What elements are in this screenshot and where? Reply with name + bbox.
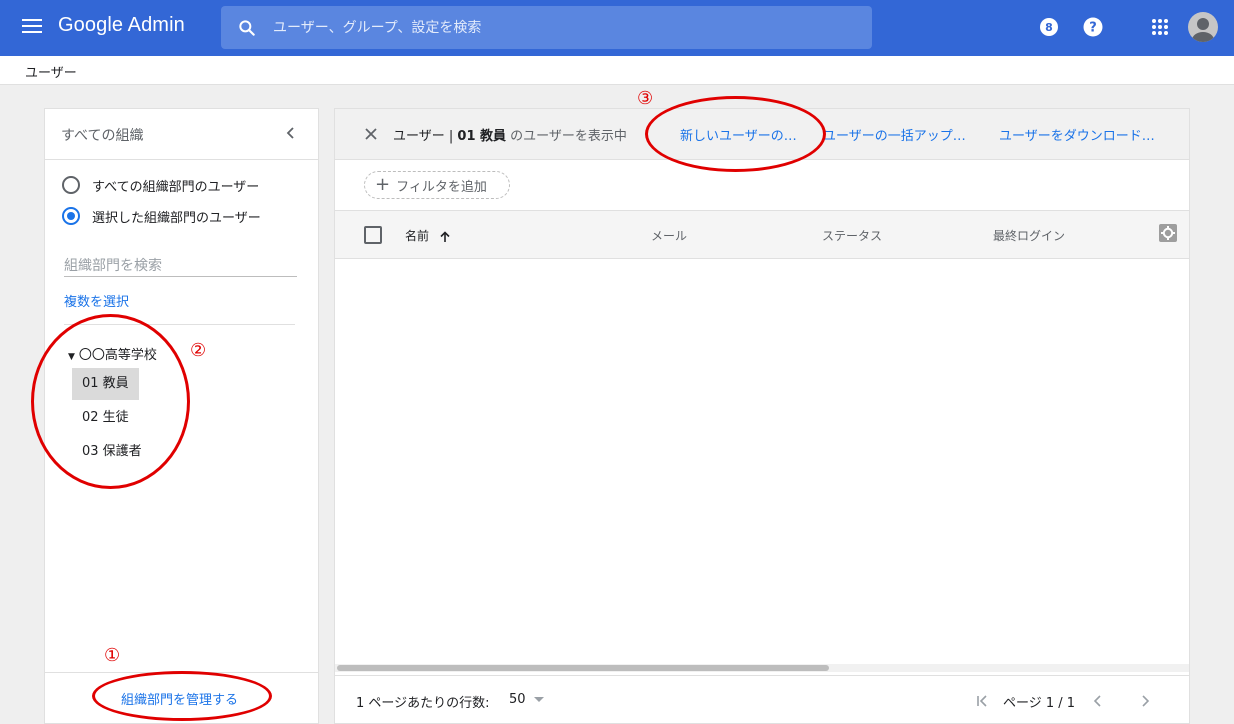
column-header-status[interactable]: ステータス: [822, 227, 882, 244]
account-avatar[interactable]: [1188, 12, 1218, 42]
pagination-footer: 1 ページあたりの行数: 50 ページ 1 / 1: [335, 675, 1189, 724]
horizontal-scrollbar[interactable]: [335, 664, 1189, 672]
current-filter-text: ユーザー | 01 教員 のユーザーを表示中: [393, 125, 627, 144]
top-app-bar: Google Admin 8 ?: [0, 0, 1234, 56]
org-tree-item-teachers[interactable]: 01 教員: [72, 368, 139, 400]
support-badge-icon[interactable]: 8: [1038, 16, 1060, 38]
gear-icon[interactable]: [1159, 224, 1177, 242]
column-header-name[interactable]: 名前: [405, 227, 451, 244]
column-header-email[interactable]: メール: [651, 227, 687, 244]
menu-icon[interactable]: [22, 19, 42, 35]
first-page-icon[interactable]: [975, 694, 989, 708]
app-brand[interactable]: Google Admin: [58, 14, 185, 37]
download-users-button[interactable]: ユーザーをダウンロード…: [999, 125, 1155, 144]
select-all-checkbox[interactable]: [364, 226, 382, 244]
add-new-user-button[interactable]: 新しいユーザーの…: [680, 125, 797, 144]
filter-org: 01 教員: [457, 129, 507, 144]
help-icon[interactable]: ?: [1082, 16, 1104, 38]
previous-page-icon[interactable]: [1091, 694, 1105, 708]
rows-per-page-label: 1 ページあたりの行数:: [356, 696, 490, 711]
org-tree-item-guardians[interactable]: 03 保護者: [72, 436, 152, 468]
user-list-header: ユーザー | 01 教員 のユーザーを表示中 新しいユーザーの… ユーザーの一括…: [335, 109, 1189, 160]
global-search[interactable]: [221, 6, 872, 49]
multi-select-link[interactable]: 複数を選択: [64, 291, 129, 310]
breadcrumb-bar: ユーザー: [0, 56, 1234, 85]
org-unit-panel: すべての組織 すべての組織部門のユーザー 選択した組織部門のユーザー 複数を選択…: [44, 108, 319, 724]
page-indicator: ページ 1 / 1: [1003, 696, 1076, 711]
org-tree-root-label: 〇〇高等学校: [78, 348, 157, 363]
column-name-label: 名前: [405, 229, 430, 243]
scrollbar-thumb[interactable]: [337, 665, 829, 671]
add-filter-label: フィルタを追加: [396, 179, 487, 195]
manage-org-units-link[interactable]: 組織部門を管理する: [121, 689, 238, 708]
org-search-input[interactable]: [64, 255, 297, 277]
table-header: 名前 メール ステータス 最終ログイン: [335, 210, 1189, 259]
rows-per-page-value: 50: [509, 692, 526, 707]
radio-selected-label: 選択した組織部門のユーザー: [92, 210, 261, 226]
annotation-number-1: ①: [104, 645, 121, 666]
filter-suffix: のユーザーを表示中: [510, 129, 627, 144]
org-tree-root[interactable]: ▼ 〇〇高等学校: [68, 344, 157, 363]
close-icon[interactable]: [363, 126, 379, 142]
bulk-upload-users-button[interactable]: ユーザーの一括アップ…: [823, 125, 966, 144]
annotation-number-3: ③: [637, 88, 654, 109]
plus-icon: +: [375, 174, 391, 195]
column-header-last-login[interactable]: 最終ログイン: [993, 227, 1065, 244]
divider: [64, 324, 295, 325]
search-input[interactable]: [273, 6, 853, 49]
radio-selected-org-units[interactable]: 選択した組織部門のユーザー: [62, 205, 261, 227]
radio-button-selected[interactable]: [62, 207, 80, 225]
svg-text:?: ?: [1089, 21, 1097, 36]
caret-down-icon[interactable]: ▼: [68, 352, 75, 362]
arrow-up-icon: [440, 230, 450, 242]
chevron-left-icon[interactable]: [283, 125, 299, 141]
apps-grid-icon[interactable]: [1149, 16, 1171, 38]
org-panel-title: すべての組織: [61, 128, 144, 144]
dropdown-arrow-icon: [533, 697, 544, 702]
user-list-panel: ユーザー | 01 教員 のユーザーを表示中 新しいユーザーの… ユーザーの一括…: [334, 108, 1190, 724]
org-panel-footer: 組織部門を管理する: [45, 672, 318, 724]
breadcrumb[interactable]: ユーザー: [25, 62, 77, 81]
svg-text:8: 8: [1045, 21, 1053, 34]
next-page-icon[interactable]: [1138, 694, 1152, 708]
org-panel-header: すべての組織: [45, 109, 318, 160]
filter-prefix: ユーザー |: [393, 129, 454, 144]
radio-button[interactable]: [62, 176, 80, 194]
annotation-number-2: ②: [190, 340, 207, 361]
org-tree-item-students[interactable]: 02 生徒: [72, 402, 139, 434]
search-icon: [239, 20, 255, 36]
radio-all-org-units[interactable]: すべての組織部門のユーザー: [62, 174, 259, 196]
add-filter-chip[interactable]: + フィルタを追加: [364, 171, 510, 199]
radio-all-label: すべての組織部門のユーザー: [92, 179, 260, 195]
rows-per-page-select[interactable]: 50: [509, 692, 544, 707]
